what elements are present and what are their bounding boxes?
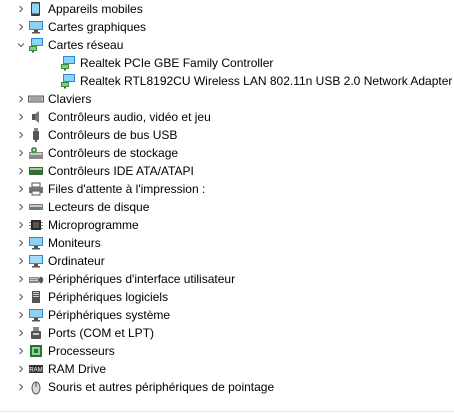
tree-item-realtek-rtl8192cu-wireless-lan-802-11n-usb-2-0-network-adapter[interactable]: Realtek RTL8192CU Wireless LAN 802.11n U…	[0, 72, 454, 90]
network-adapter-icon	[28, 37, 44, 53]
tree-item-cartes-reseau[interactable]: Cartes réseau	[0, 36, 454, 54]
tree-item-label: Périphériques d'interface utilisateur	[48, 272, 236, 286]
chevron-right-icon[interactable]	[14, 306, 28, 324]
tree-item-peripheriques-d-interface-utilisateur[interactable]: Périphériques d'interface utilisateur	[0, 270, 454, 288]
port-icon	[28, 325, 44, 341]
tree-item-label: Périphériques système	[48, 308, 171, 322]
tree-item-label: Files d'attente à l'impression :	[48, 182, 206, 196]
tree-item-souris-et-autres-peripheriques-de-pointage[interactable]: Souris et autres périphériques de pointa…	[0, 378, 454, 396]
tree-item-claviers[interactable]: Claviers	[0, 90, 454, 108]
tree-item-label: Appareils mobiles	[48, 2, 143, 16]
tree-item-label: Cartes graphiques	[48, 20, 147, 34]
hid-icon	[28, 271, 44, 287]
tree-item-label: Processeurs	[48, 344, 115, 358]
network-adapter-icon	[60, 73, 76, 89]
tree-item-label: Contrôleurs IDE ATA/ATAPI	[48, 164, 194, 178]
tree-item-appareils-mobiles[interactable]: Appareils mobiles	[0, 0, 454, 18]
storage-controller-icon	[28, 145, 44, 161]
display-adapter-icon	[28, 19, 44, 35]
tree-item-realtek-pcie-gbe-family-controller[interactable]: Realtek PCIe GBE Family Controller	[0, 54, 454, 72]
tree-item-controleurs-de-bus-usb[interactable]: Contrôleurs de bus USB	[0, 126, 454, 144]
ram-drive-icon: RAM	[28, 361, 44, 377]
tree-item-label: Contrôleurs audio, vidéo et jeu	[48, 110, 211, 124]
firmware-icon	[28, 217, 44, 233]
monitor-icon	[28, 235, 44, 251]
tree-item-label: Ordinateur	[48, 254, 105, 268]
chevron-right-icon[interactable]	[14, 252, 28, 270]
keyboard-icon	[28, 91, 44, 107]
tree-item-ram-drive[interactable]: RAM RAM Drive	[0, 360, 454, 378]
printer-icon	[28, 181, 44, 197]
network-adapter-icon	[60, 55, 76, 71]
tree-item-label: Microprogramme	[48, 218, 139, 232]
usb-icon	[28, 127, 44, 143]
tree-item-label: Contrôleurs de bus USB	[48, 128, 178, 142]
tree-item-controleurs-ide-ata-atapi[interactable]: Contrôleurs IDE ATA/ATAPI	[0, 162, 454, 180]
tree-item-cartes-graphiques[interactable]: Cartes graphiques	[0, 18, 454, 36]
chevron-right-icon[interactable]	[14, 270, 28, 288]
tree-item-ordinateur[interactable]: Ordinateur	[0, 252, 454, 270]
chevron-right-icon[interactable]	[14, 108, 28, 126]
ide-controller-icon	[28, 163, 44, 179]
chevron-right-icon[interactable]	[14, 18, 28, 36]
tree-item-label: Realtek RTL8192CU Wireless LAN 802.11n U…	[80, 74, 453, 88]
tree-item-controleurs-audio-video-et-jeu[interactable]: Contrôleurs audio, vidéo et jeu	[0, 108, 454, 126]
tree-item-label: Ports (COM et LPT)	[48, 326, 155, 340]
software-device-icon	[28, 289, 44, 305]
chevron-right-icon[interactable]	[14, 198, 28, 216]
chevron-right-icon[interactable]	[14, 342, 28, 360]
tree-item-peripheriques-systeme[interactable]: Périphériques système	[0, 306, 454, 324]
tree-item-peripheriques-logiciels[interactable]: Périphériques logiciels	[0, 288, 454, 306]
processor-icon	[28, 343, 44, 359]
tree-item-label: Claviers	[48, 92, 92, 106]
tree-item-files-d-attente-a-l-impression[interactable]: Files d'attente à l'impression :	[0, 180, 454, 198]
chevron-down-icon[interactable]	[14, 36, 28, 54]
tree-item-lecteurs-de-disque[interactable]: Lecteurs de disque	[0, 198, 454, 216]
chevron-right-icon[interactable]	[14, 360, 28, 378]
tree-item-label: Contrôleurs de stockage	[48, 146, 179, 160]
chevron-right-icon[interactable]	[14, 378, 28, 396]
tree-item-label: Souris et autres périphériques de pointa…	[48, 380, 275, 394]
chevron-right-icon[interactable]	[14, 180, 28, 198]
tree-item-label: RAM Drive	[48, 362, 107, 376]
chevron-right-icon[interactable]	[14, 126, 28, 144]
mouse-icon	[28, 379, 44, 395]
tree-item-ports-com-et-lpt[interactable]: Ports (COM et LPT)	[0, 324, 454, 342]
divider	[0, 411, 454, 412]
chevron-right-icon[interactable]	[14, 0, 28, 18]
chevron-right-icon[interactable]	[14, 216, 28, 234]
disk-drive-icon	[28, 199, 44, 215]
tree-item-label: Cartes réseau	[48, 38, 124, 52]
chevron-right-icon[interactable]	[14, 162, 28, 180]
computer-icon	[28, 253, 44, 269]
chevron-right-icon[interactable]	[14, 234, 28, 252]
tree-item-processeurs[interactable]: Processeurs	[0, 342, 454, 360]
tree-item-microprogramme[interactable]: Microprogramme	[0, 216, 454, 234]
speaker-icon	[28, 109, 44, 125]
tree-item-label: Realtek PCIe GBE Family Controller	[80, 56, 274, 70]
tree-item-label: Moniteurs	[48, 236, 101, 250]
device-tree[interactable]: Appareils mobiles Cartes graphiques Cartes…	[0, 0, 454, 413]
tree-item-label: Lecteurs de disque	[48, 200, 150, 214]
chevron-right-icon[interactable]	[14, 288, 28, 306]
chevron-right-icon[interactable]	[14, 144, 28, 162]
mobile-device-icon	[28, 1, 44, 17]
system-device-icon	[28, 307, 44, 323]
svg-text:RAM: RAM	[29, 368, 42, 374]
tree-item-label: Périphériques logiciels	[48, 290, 169, 304]
chevron-right-icon[interactable]	[14, 90, 28, 108]
chevron-right-icon[interactable]	[14, 324, 28, 342]
tree-item-controleurs-de-stockage[interactable]: Contrôleurs de stockage	[0, 144, 454, 162]
tree-item-moniteurs[interactable]: Moniteurs	[0, 234, 454, 252]
